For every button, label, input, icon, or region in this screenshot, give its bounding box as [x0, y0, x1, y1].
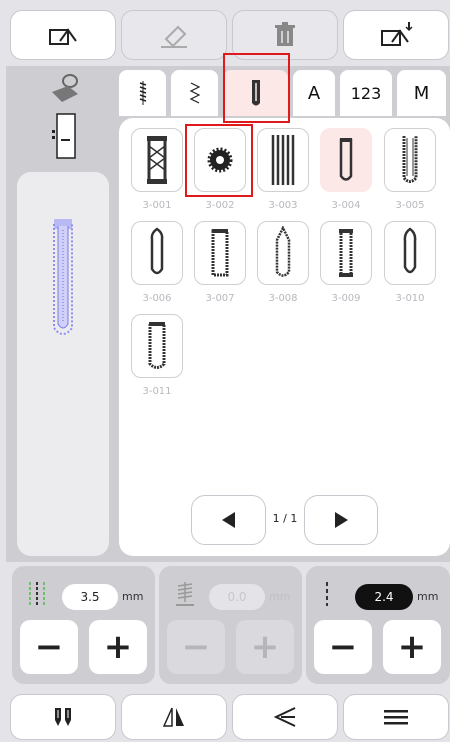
- buttonhole-bar-icon: [339, 229, 353, 277]
- undo-button[interactable]: [10, 10, 116, 60]
- stitch-code-label: 3-008: [268, 293, 298, 304]
- length-increase-button[interactable]: +: [383, 620, 441, 674]
- menu-button[interactable]: [343, 694, 449, 740]
- save-download-icon: [381, 22, 413, 46]
- length-control: 2.4 mm − +: [306, 566, 450, 684]
- stitch-tile-3-003[interactable]: [257, 128, 309, 192]
- tab-numbers[interactable]: 123: [340, 70, 392, 116]
- tab-memory[interactable]: M: [397, 70, 446, 116]
- stitch-code-label: 3-006: [142, 293, 172, 304]
- needle-button[interactable]: [10, 694, 116, 740]
- tab-label: A: [307, 82, 321, 104]
- arrow-left-icon: [221, 512, 235, 528]
- back-button[interactable]: [232, 694, 338, 740]
- buttonhole-round-end-icon: [150, 227, 164, 275]
- next-page-button[interactable]: [304, 495, 378, 545]
- stitch-code-label: 3-005: [395, 200, 425, 211]
- buttonhole-oval-icon: [403, 227, 417, 274]
- highlight-eyelet-tile: [185, 124, 253, 197]
- mirror-icon: [162, 707, 184, 727]
- buttonhole-rounded-icon: [339, 138, 353, 181]
- stitch-code-label: 3-011: [142, 386, 172, 397]
- stitch-code-label: 3-010: [395, 293, 425, 304]
- stitch-tile-3-008[interactable]: [257, 221, 309, 285]
- eraser-icon: [161, 25, 187, 48]
- density-decrease-button[interactable]: −: [167, 620, 225, 674]
- stitch-length-icon: [326, 582, 328, 606]
- tab-straight-stitch[interactable]: [119, 70, 166, 116]
- stitch-code-label: 3-002: [205, 200, 235, 211]
- stitch-tile-3-009[interactable]: [320, 221, 372, 285]
- tab-label: 123: [350, 83, 382, 103]
- stitch-tile-3-001[interactable]: [131, 128, 183, 192]
- width-control: 3.5 mm − +: [12, 566, 155, 684]
- density-control: 0.0 mm − +: [159, 566, 302, 684]
- prev-page-button[interactable]: [191, 495, 266, 545]
- stitch-tile-3-005[interactable]: [384, 128, 436, 192]
- needle-plate-icon: [52, 113, 76, 159]
- darning-stitch-icon: [271, 135, 295, 185]
- stitch-code-label: 3-009: [331, 293, 361, 304]
- stitch-tile-3-004[interactable]: [320, 128, 372, 192]
- density-increase-button[interactable]: +: [236, 620, 294, 674]
- buttonhole-pointed-icon: [275, 226, 291, 277]
- length-value: 2.4: [355, 584, 413, 610]
- stitch-tile-3-010[interactable]: [384, 221, 436, 285]
- stitch-tile-3-011[interactable]: [131, 314, 183, 378]
- length-decrease-button[interactable]: −: [314, 620, 372, 674]
- stitch-width-icon: [29, 582, 45, 606]
- width-unit: mm: [122, 590, 144, 603]
- width-increase-button[interactable]: +: [89, 620, 147, 674]
- length-unit: mm: [417, 590, 439, 603]
- arrow-right-icon: [335, 512, 348, 528]
- menu-icon: [384, 710, 408, 725]
- buttonhole-keyhole-icon: [402, 136, 418, 183]
- buttonhole-fringe-icon: [148, 322, 166, 369]
- tab-alphabet[interactable]: A: [293, 70, 335, 116]
- zigzag-decorative-icon: [189, 82, 200, 104]
- width-value: 3.5: [62, 584, 118, 610]
- mirror-button[interactable]: [121, 694, 227, 740]
- back-arrow-icon: [273, 707, 296, 727]
- stitch-tile-3-006[interactable]: [131, 221, 183, 285]
- buttonhole-square-icon: [211, 229, 229, 277]
- bartack-stitch-icon: [147, 136, 167, 184]
- stitch-density-icon: [176, 582, 194, 606]
- stitch-code-label: 3-001: [142, 200, 172, 211]
- stitch-preview: [17, 172, 109, 556]
- stitch-code-label: 3-007: [205, 293, 235, 304]
- stitch-code-label: 3-003: [268, 200, 298, 211]
- eraser-button[interactable]: [121, 10, 227, 60]
- highlight-buttonhole-tab: [223, 53, 290, 123]
- density-unit: mm: [269, 590, 291, 603]
- width-decrease-button[interactable]: −: [20, 620, 78, 674]
- stitch-tile-3-007[interactable]: [194, 221, 246, 285]
- trash-icon: [275, 22, 295, 46]
- tab-label: M: [413, 82, 430, 104]
- undo-icon: [49, 28, 77, 45]
- needle-icon: [55, 708, 71, 726]
- buttonhole-preview-icon: [53, 219, 73, 335]
- tab-decorative-stitch[interactable]: [171, 70, 218, 116]
- straight-stitch-icon: [139, 81, 146, 105]
- density-value: 0.0: [209, 584, 265, 610]
- page-indicator: 1 / 1: [272, 512, 298, 525]
- presser-foot-icon: [52, 74, 78, 102]
- save-button[interactable]: [343, 10, 449, 60]
- stitch-code-label: 3-004: [331, 200, 361, 211]
